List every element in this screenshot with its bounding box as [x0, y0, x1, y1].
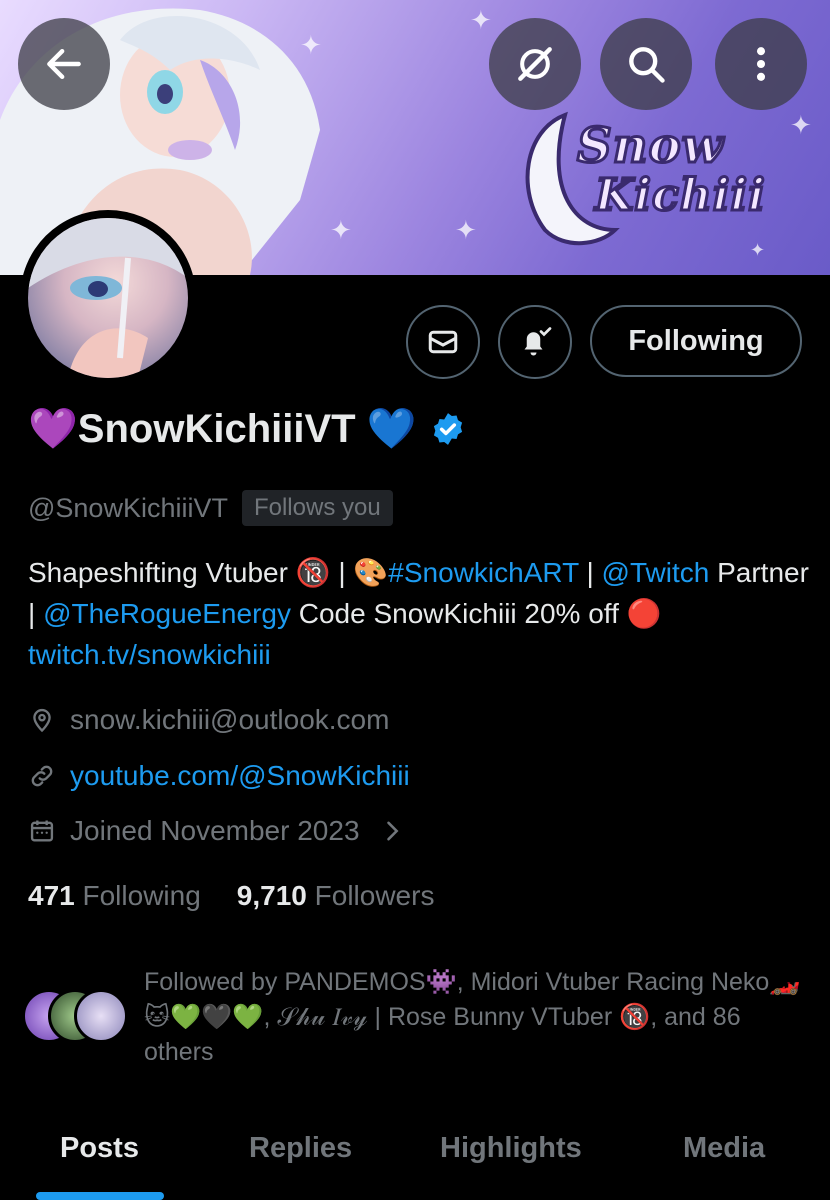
notifications-button[interactable] — [498, 305, 572, 379]
arrow-left-icon — [47, 48, 81, 80]
following-label: Following — [82, 880, 201, 911]
tab-posts[interactable]: Posts — [60, 1118, 139, 1165]
followers-stat[interactable]: 9,710 Followers — [237, 880, 435, 912]
banner-brand-logo: Snow Kichiii — [505, 110, 795, 250]
link-icon — [31, 765, 53, 787]
display-name: 💜SnowKichiiiVT 💙 — [28, 407, 417, 451]
joined-row[interactable]: Joined November 2023 — [28, 815, 406, 847]
bio-mention-twitch[interactable]: @Twitch — [602, 557, 710, 588]
chevron-right-icon — [386, 821, 398, 841]
bio-text: Shapeshifting Vtuber 🔞 | 🎨 — [28, 557, 389, 588]
banner-brand-top-text: Snow — [576, 117, 725, 176]
bio-hashtag-link[interactable]: #SnowkichART — [388, 557, 578, 588]
profile-joined-date: Joined November 2023 — [70, 815, 360, 846]
tab-media[interactable]: Media — [683, 1118, 765, 1165]
more-vertical-icon — [756, 47, 766, 81]
calendar-icon — [30, 820, 54, 842]
location-row: snow.kichiii@outlook.com — [28, 704, 389, 736]
followed-by-text: Followed by PANDEMOS👾, Midori Vtuber Rac… — [144, 968, 801, 1066]
active-tab-indicator — [36, 1192, 164, 1200]
back-button[interactable] — [18, 18, 110, 110]
profile-website-link[interactable]: youtube.com/@SnowKichiii — [70, 760, 410, 792]
mail-icon — [428, 330, 458, 354]
followed-by-avatars — [22, 989, 132, 1049]
banner-brand-bottom-text: Kichiii — [594, 169, 767, 223]
bio-mention-rogueenergy[interactable]: @TheRogueEnergy — [43, 598, 291, 629]
following-count: 471 — [28, 880, 75, 911]
tab-replies[interactable]: Replies — [249, 1118, 352, 1165]
verified-badge-icon[interactable] — [429, 410, 467, 448]
followers-label: Followers — [314, 880, 435, 911]
avatar-art — [28, 218, 188, 378]
search-icon — [629, 47, 665, 83]
message-button[interactable] — [406, 305, 480, 379]
bell-check-icon — [524, 327, 552, 356]
followed-by-section[interactable]: Followed by PANDEMOS👾, Midori Vtuber Rac… — [22, 965, 822, 1070]
profile-tabs: Posts Replies Highlights Media — [0, 1118, 830, 1200]
profile-handle: @SnowKichiiiVT — [28, 492, 228, 523]
profile-location: snow.kichiii@outlook.com — [70, 704, 390, 735]
follow-stats: 471 Following 9,710 Followers — [28, 880, 434, 912]
tab-highlights[interactable]: Highlights — [440, 1118, 582, 1165]
profile-bio: Shapeshifting Vtuber 🔞 | 🎨#SnowkichART |… — [28, 552, 818, 675]
handle-row: @SnowKichiiiVT Follows you — [28, 490, 393, 526]
bio-twitch-link[interactable]: twitch.tv/snowkichiii — [28, 639, 271, 670]
followers-count: 9,710 — [236, 880, 307, 911]
search-button[interactable] — [600, 18, 692, 110]
profile-avatar[interactable] — [20, 210, 196, 386]
bio-text: | — [578, 557, 602, 588]
location-pin-icon — [33, 708, 51, 733]
bio-text: Code SnowKichiii 20% off 🔴 — [290, 598, 662, 629]
grok-button[interactable] — [489, 18, 581, 110]
website-row: youtube.com/@SnowKichiii — [28, 760, 410, 792]
grok-icon — [518, 47, 552, 81]
following-stat[interactable]: 471 Following — [28, 880, 201, 912]
more-button[interactable] — [715, 18, 807, 110]
following-button[interactable]: Following — [590, 305, 802, 377]
follows-you-badge: Follows you — [241, 490, 393, 526]
profile-name-row: 💜SnowKichiiiVT 💙 — [28, 405, 467, 452]
avatar — [74, 989, 128, 1043]
